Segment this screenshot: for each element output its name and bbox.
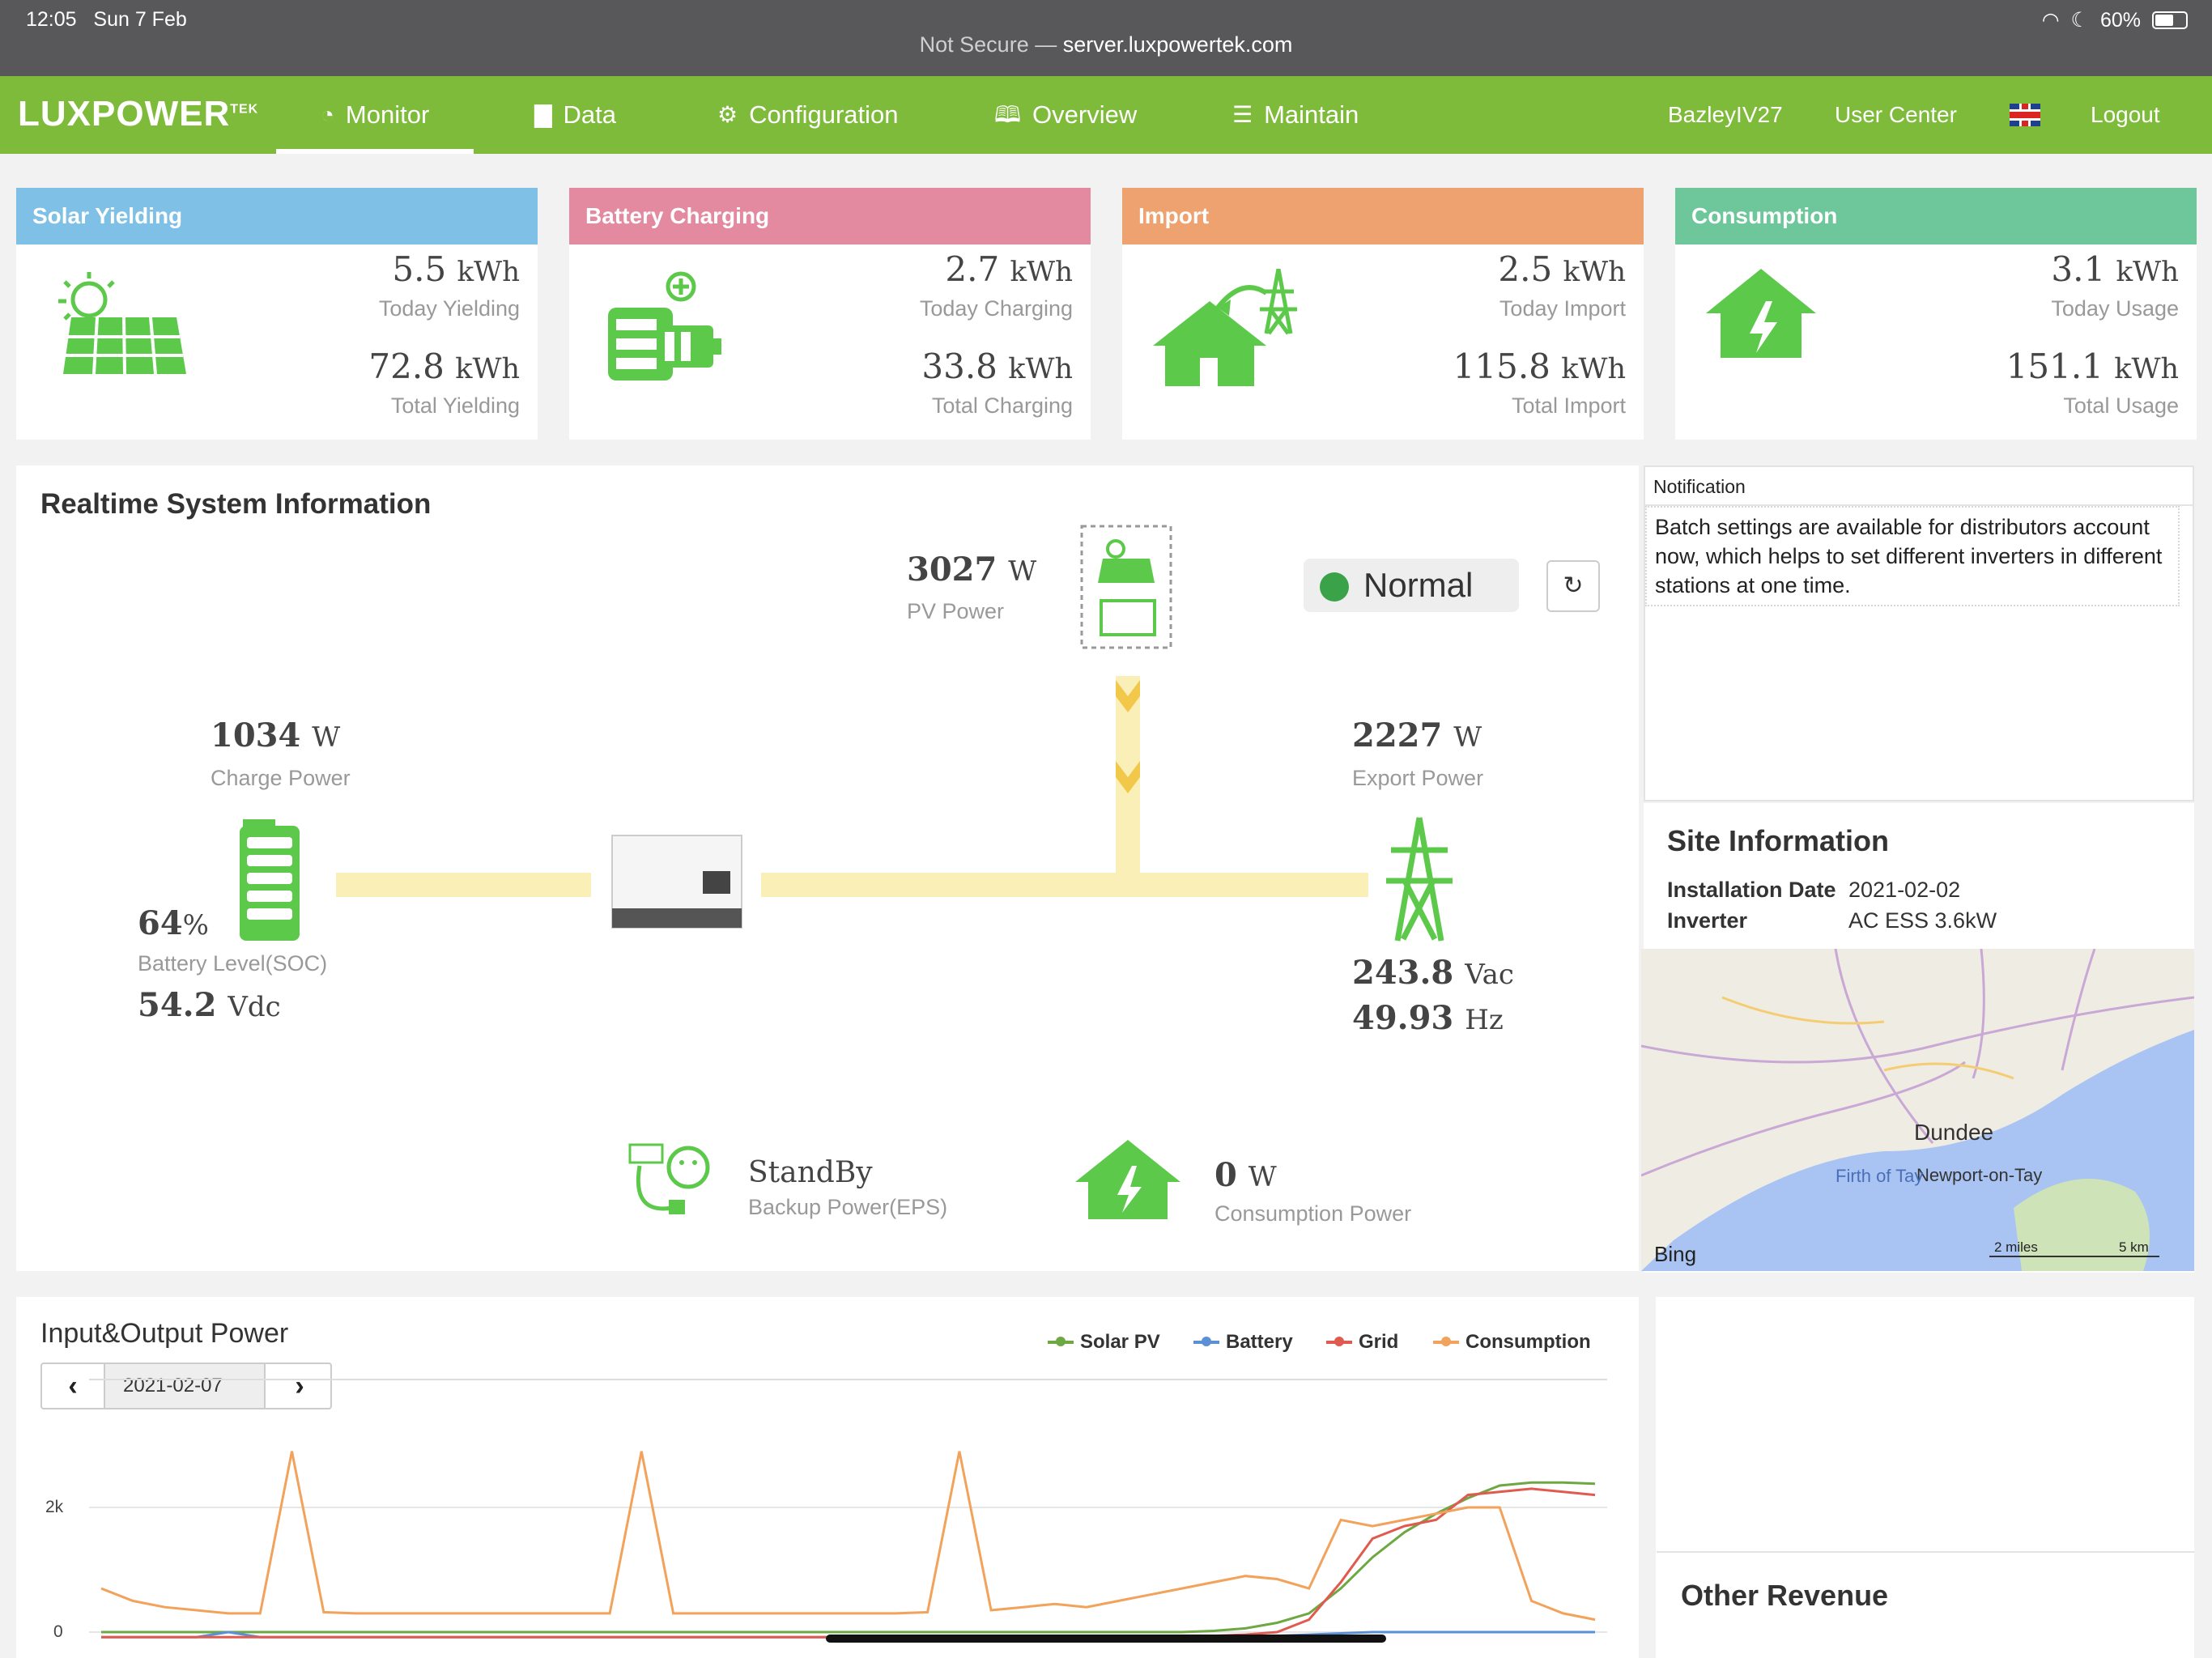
divider xyxy=(1657,1551,2194,1553)
home-indicator xyxy=(826,1635,1386,1643)
series-line-solar-pv xyxy=(101,1481,1596,1634)
series-line-consumption xyxy=(100,1451,1596,1622)
series-line-grid xyxy=(101,1487,1596,1639)
other-revenue-title: Other Revenue xyxy=(1681,1579,1889,1612)
